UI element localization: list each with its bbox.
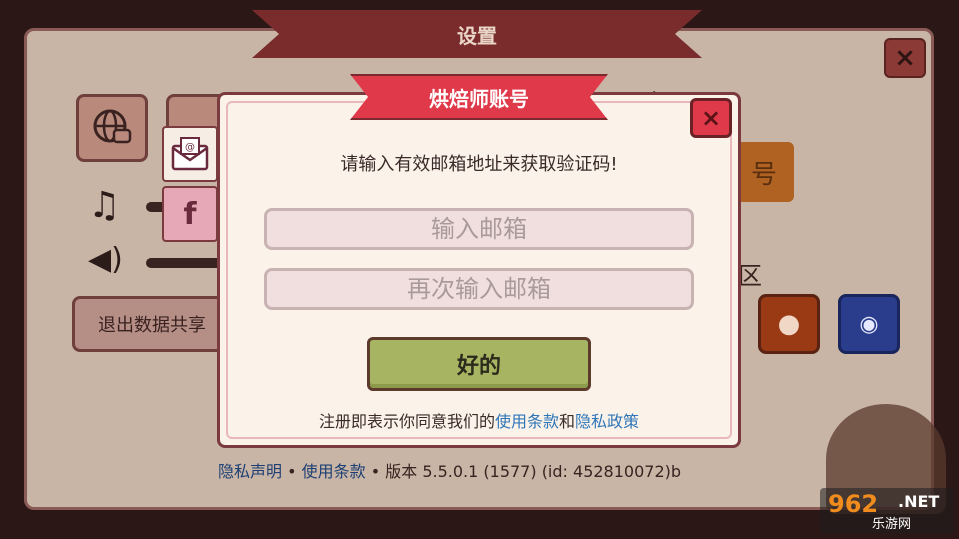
discord-button[interactable]: ◉ <box>838 294 900 354</box>
privacy-policy-link[interactable]: 隐私政策 <box>575 412 639 431</box>
dialog-title: 烘焙师账号 <box>350 74 608 120</box>
email-input[interactable] <box>264 208 694 250</box>
email-login-tab[interactable]: @ <box>162 126 218 182</box>
svg-text:@: @ <box>185 142 195 153</box>
terms-notice: 注册即表示你同意我们的使用条款和隐私政策 <box>318 412 640 431</box>
community-section-title: 区 <box>738 262 762 290</box>
account-button[interactable]: 号 <box>734 142 794 202</box>
settings-close-button[interactable]: × <box>884 38 926 78</box>
envelope-at-icon: @ <box>171 137 209 171</box>
facebook-login-tab[interactable]: f <box>162 186 218 242</box>
version-text: 版本 5.5.0.1 (1577) (id: 452810072)b <box>385 462 682 481</box>
facebook-icon: f <box>183 196 197 232</box>
dialog-close-button[interactable]: × <box>690 98 732 138</box>
reddit-icon: ● <box>777 309 801 339</box>
terms-of-use-link[interactable]: 使用条款 <box>302 462 366 481</box>
volume-icon: ◀) <box>88 242 123 277</box>
email-instruction: 请输入有效邮箱地址来获取验证码! <box>340 154 618 175</box>
discord-icon: ◉ <box>859 311 879 337</box>
music-icon: ♫ <box>88 185 121 226</box>
settings-footer: 隐私声明 • 使用条款 • 版本 5.5.0.1 (1577) (id: 452… <box>218 462 682 481</box>
email-confirm-input[interactable] <box>264 268 694 310</box>
globe-chat-icon <box>93 109 132 144</box>
close-icon: × <box>700 104 722 132</box>
reddit-button[interactable]: ● <box>758 294 820 354</box>
privacy-statement-link[interactable]: 隐私声明 <box>218 462 282 481</box>
watermark-net: .NET <box>898 492 940 511</box>
language-button[interactable] <box>76 94 148 162</box>
exit-data-sharing-button[interactable]: 退出数据共享 <box>72 296 232 352</box>
sound-slider[interactable] <box>146 258 226 268</box>
settings-title: 设置 <box>252 10 702 58</box>
watermark-subtitle: 乐游网 <box>872 517 912 532</box>
ok-button[interactable]: 好的 <box>367 337 591 391</box>
watermark-number: 962 <box>828 490 879 518</box>
terms-of-use-link[interactable]: 使用条款 <box>495 412 559 431</box>
